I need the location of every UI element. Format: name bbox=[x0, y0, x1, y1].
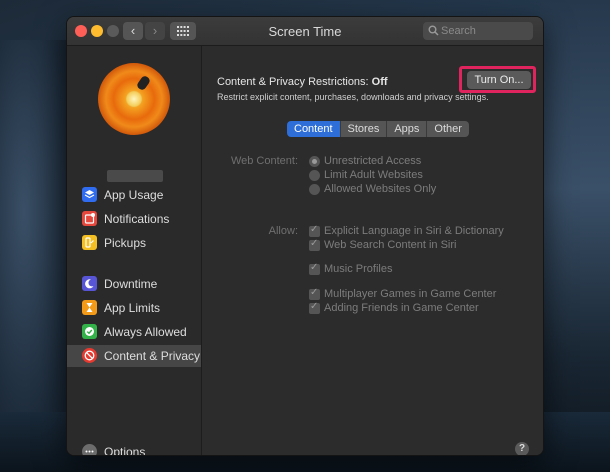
tab-stores[interactable]: Stores bbox=[340, 121, 388, 137]
sidebar-item-app-usage[interactable]: App Usage bbox=[67, 184, 201, 206]
radio-control[interactable] bbox=[309, 184, 320, 195]
sidebar-item-downtime[interactable]: Downtime bbox=[67, 273, 201, 295]
sidebar-item-app-limits[interactable]: App Limits bbox=[67, 297, 201, 319]
sidebar-item-always-allowed[interactable]: Always Allowed bbox=[67, 321, 201, 343]
check-badge-icon bbox=[82, 324, 97, 339]
sidebar-item-label: Downtime bbox=[104, 277, 158, 291]
options-button[interactable]: Options bbox=[67, 441, 201, 456]
checkbox-control[interactable] bbox=[309, 262, 320, 275]
options-label: Options bbox=[104, 445, 146, 456]
radio-control[interactable] bbox=[309, 170, 320, 181]
more-options-icon bbox=[82, 444, 97, 455]
tab-bar: Content Stores Apps Other bbox=[287, 121, 469, 137]
checkbox-control[interactable] bbox=[309, 224, 320, 237]
help-button[interactable]: ? bbox=[515, 442, 529, 455]
wallpaper-rock-right bbox=[540, 0, 610, 472]
search-input[interactable] bbox=[441, 23, 529, 39]
checkbox-control[interactable] bbox=[309, 301, 320, 314]
titlebar: ‹ › Screen Time bbox=[67, 17, 543, 46]
annotation-highlight-box bbox=[459, 66, 536, 93]
search-icon bbox=[428, 25, 439, 36]
search-field[interactable] bbox=[423, 22, 533, 40]
sidebar-item-label: Pickups bbox=[104, 236, 147, 250]
restrictions-subtitle: Restrict explicit content, purchases, do… bbox=[217, 92, 489, 102]
sidebar-item-label: Content & Privacy bbox=[104, 349, 201, 363]
radio-control[interactable] bbox=[309, 156, 320, 167]
restrictions-title: Content & Privacy Restrictions: Off bbox=[217, 76, 388, 88]
sidebar-item-label: App Usage bbox=[104, 188, 164, 202]
restrictions-status: Off bbox=[371, 76, 388, 88]
pickup-icon bbox=[82, 235, 97, 250]
user-name-placeholder bbox=[107, 170, 163, 182]
sidebar-item-notifications[interactable]: Notifications bbox=[67, 208, 201, 230]
checkbox-control[interactable] bbox=[309, 238, 320, 251]
sidebar-item-pickups[interactable]: Pickups bbox=[67, 232, 201, 254]
sidebar-item-label: App Limits bbox=[104, 301, 161, 315]
tab-other[interactable]: Other bbox=[427, 121, 469, 137]
web-content-label: Web Content: bbox=[230, 155, 298, 167]
tab-content[interactable]: Content bbox=[287, 121, 341, 137]
sidebar-item-label: Always Allowed bbox=[104, 325, 187, 339]
content-pane: Content & Privacy Restrictions: Off Rest… bbox=[202, 46, 543, 455]
sidebar: App Usage Notifications Pickups Downtime… bbox=[67, 46, 202, 455]
screen-time-window: ‹ › Screen Time Search App Usage Notific… bbox=[66, 16, 544, 456]
tab-apps[interactable]: Apps bbox=[387, 121, 428, 137]
allow-label: Allow: bbox=[268, 225, 298, 237]
sidebar-item-label: Notifications bbox=[104, 212, 170, 226]
sidebar-item-content-privacy[interactable]: Content & Privacy bbox=[67, 345, 201, 367]
moon-icon bbox=[82, 276, 97, 291]
layers-icon bbox=[82, 187, 97, 202]
notification-icon bbox=[82, 211, 97, 226]
hourglass-icon bbox=[82, 300, 97, 315]
avatar[interactable] bbox=[98, 63, 170, 135]
no-entry-icon bbox=[82, 348, 97, 363]
checkbox-control[interactable] bbox=[309, 287, 320, 300]
